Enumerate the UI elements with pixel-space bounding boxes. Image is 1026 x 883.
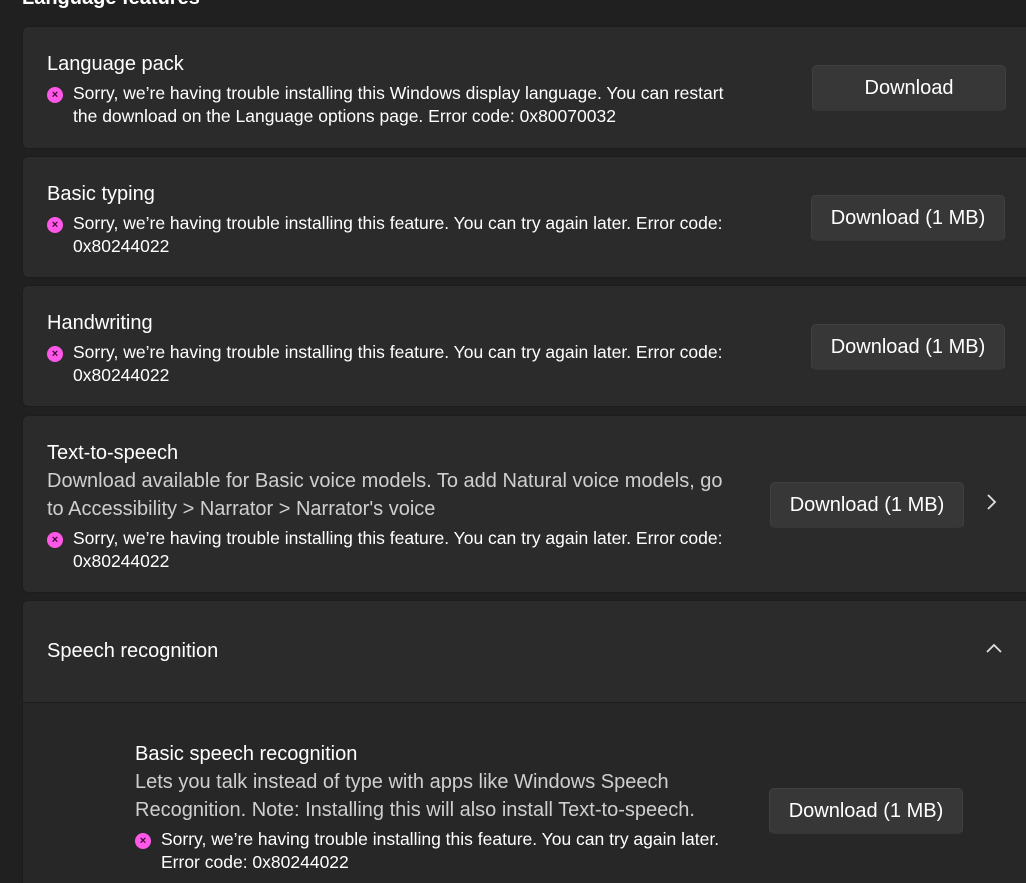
speech-recognition-header[interactable]: Speech recognition (22, 600, 1026, 703)
error-x-icon: × (47, 87, 63, 103)
error-message: × Sorry, we’re having trouble installing… (47, 341, 727, 387)
card-title: Speech recognition (47, 640, 219, 662)
error-message: × Sorry, we’re having trouble installing… (47, 527, 727, 573)
basic-typing-card: Basic typing × Sorry, we’re having troub… (22, 156, 1026, 278)
handwriting-download-button[interactable]: Download (1 MB) (811, 324, 1005, 370)
section-title: Language features (22, 0, 200, 10)
tts-download-button[interactable]: Download (1 MB) (770, 482, 964, 528)
basic-speech-download-button[interactable]: Download (1 MB) (769, 788, 963, 834)
language-pack-card: Language pack × Sorry, we’re having trou… (22, 26, 1026, 149)
handwriting-card: Handwriting × Sorry, we’re having troubl… (22, 285, 1026, 407)
error-x-icon: × (47, 217, 63, 233)
error-text: Sorry, we’re having trouble installing t… (161, 829, 720, 872)
card-title: Language pack (47, 53, 184, 75)
card-title: Handwriting (47, 312, 153, 334)
error-message: × Sorry, we’re having trouble installing… (47, 82, 727, 128)
card-title: Basic speech recognition (135, 743, 358, 765)
text-to-speech-card[interactable]: Text-to-speech Download available for Ba… (22, 415, 1026, 593)
language-pack-download-button[interactable]: Download (812, 65, 1006, 111)
error-message: × Sorry, we’re having trouble installing… (47, 212, 727, 258)
error-x-icon: × (135, 833, 151, 849)
card-title: Basic typing (47, 183, 155, 205)
card-title: Text-to-speech (47, 442, 179, 464)
chevron-right-icon[interactable] (985, 490, 999, 519)
error-text: Sorry, we’re having trouble installing t… (73, 83, 724, 126)
error-x-icon: × (47, 532, 63, 548)
error-text: Sorry, we’re having trouble installing t… (73, 342, 723, 385)
chevron-up-icon[interactable] (984, 641, 1004, 660)
speech-recognition-panel: Basic speech recognition Lets you talk i… (22, 703, 1026, 883)
error-x-icon: × (47, 346, 63, 362)
card-description: Lets you talk instead of type with apps … (135, 771, 695, 821)
error-text: Sorry, we’re having trouble installing t… (73, 213, 723, 256)
card-description: Download available for Basic voice model… (47, 470, 723, 520)
error-message: × Sorry, we’re having trouble installing… (135, 828, 725, 874)
error-text: Sorry, we’re having trouble installing t… (73, 528, 723, 571)
basic-typing-download-button[interactable]: Download (1 MB) (811, 195, 1005, 241)
